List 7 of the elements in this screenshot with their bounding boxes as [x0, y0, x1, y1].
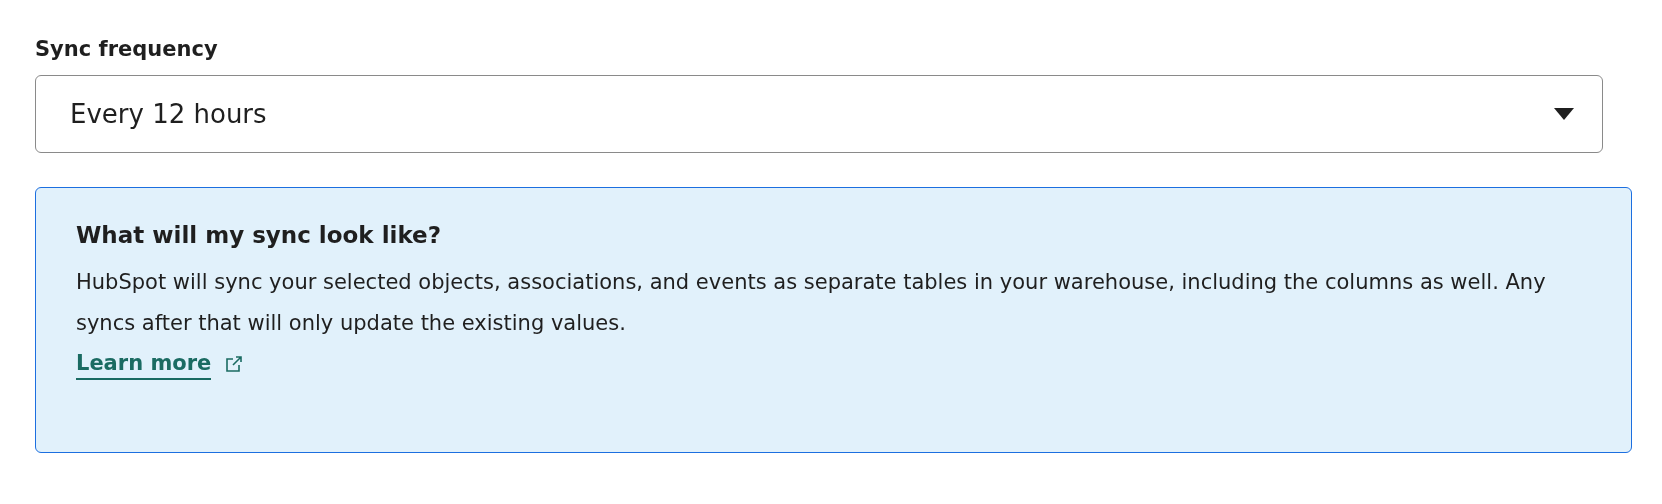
frequency-dropdown[interactable]: Every 12 hours: [35, 75, 1603, 153]
external-link-icon: [225, 355, 244, 373]
info-text: HubSpot will sync your selected objects, associations, and events as separate tables in your warehouse, including the columns as well. Any syncs after that will only update the existing values.: [76, 269, 1547, 337]
info-title: What will my sync look like?: [76, 222, 442, 248]
field-label: Sync frequency: [35, 37, 219, 61]
learn-more-link[interactable]: Learn more: [76, 348, 212, 380]
caret-icon: [1554, 108, 1574, 120]
